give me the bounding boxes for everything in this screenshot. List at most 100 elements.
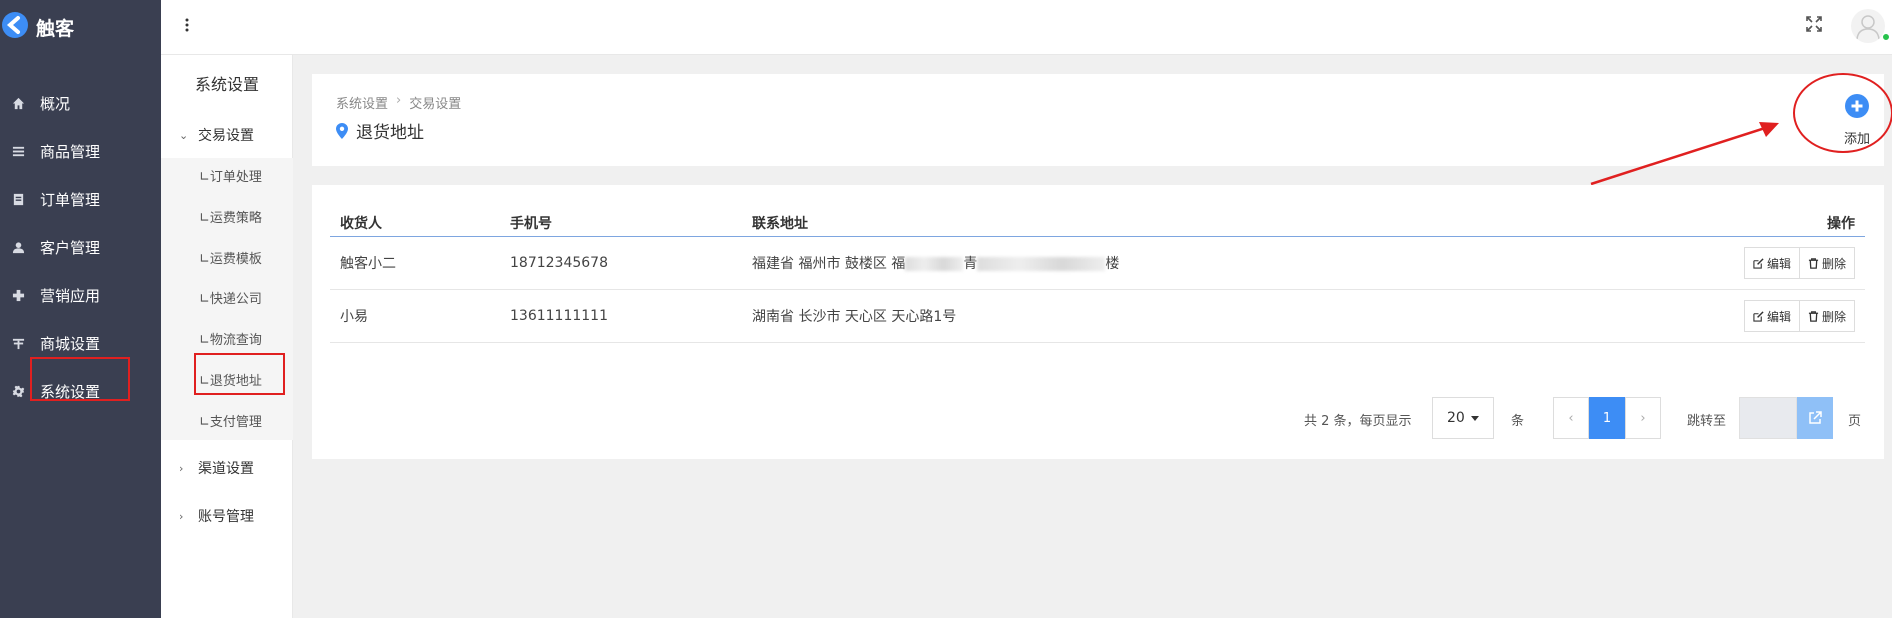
sidebar-item-orders[interactable]: 订单管理 bbox=[0, 179, 161, 219]
submenu-group-label: 交易设置 bbox=[198, 128, 254, 144]
submenu-item-label: ∟运费模板 bbox=[199, 251, 262, 267]
column-header-address: 联系地址 bbox=[752, 216, 808, 232]
delete-label: 删除 bbox=[1821, 309, 1846, 324]
top-bar bbox=[161, 0, 1892, 55]
redacted-text bbox=[905, 257, 964, 271]
delete-button[interactable]: 删除 bbox=[1799, 247, 1855, 279]
submenu-title: 系统设置 bbox=[194, 75, 259, 94]
jump-to-label: 跳转至 bbox=[1687, 414, 1727, 429]
map-pin-icon bbox=[336, 122, 348, 139]
submenu-group-label: 渠道设置 bbox=[198, 461, 254, 477]
submenu-group-channel[interactable]: › 渠道设置 bbox=[161, 453, 293, 483]
address-table-card: 收货人 手机号 联系地址 操作 触客小二 18712345678 福建省 福州市… bbox=[312, 185, 1884, 459]
trash-icon bbox=[1808, 257, 1819, 269]
chevron-right-icon: › bbox=[179, 509, 184, 523]
submenu-item-shipping-policy[interactable]: ∟运费策略 bbox=[161, 201, 293, 231]
address-text: 福建省 福州市 鼓楼区 福 bbox=[752, 256, 906, 272]
breadcrumb-item[interactable]: 交易设置 bbox=[409, 93, 461, 112]
submenu-item-label: ∟物流查询 bbox=[199, 332, 262, 348]
sidebar-item-label: 概况 bbox=[40, 94, 71, 113]
redacted-text bbox=[977, 257, 1106, 271]
puzzle-icon bbox=[11, 288, 25, 302]
edit-button[interactable]: 编辑 bbox=[1743, 300, 1800, 332]
highlight-circle-add bbox=[1793, 73, 1892, 153]
page-unit: 页 bbox=[1848, 414, 1862, 429]
delete-button[interactable]: 删除 bbox=[1799, 300, 1855, 332]
chevron-left-icon: ‹ bbox=[1568, 410, 1574, 426]
fullscreen-icon[interactable] bbox=[1805, 15, 1823, 33]
cell-phone: 13611111111 bbox=[510, 308, 608, 324]
sidebar-item-label: 营销应用 bbox=[40, 286, 101, 305]
column-header-name: 收货人 bbox=[340, 216, 382, 232]
page-size-value: 20 bbox=[1447, 410, 1465, 426]
jump-go-button[interactable] bbox=[1797, 397, 1833, 439]
total-count-text: 共 2 条，每页显示 bbox=[1304, 414, 1412, 429]
next-page-button[interactable]: › bbox=[1625, 397, 1661, 439]
user-icon bbox=[11, 240, 25, 254]
pagination: 共 2 条，每页显示 20 条 ‹ 1 › 跳转至 页 bbox=[312, 397, 1884, 439]
column-header-ops: 操作 bbox=[1827, 216, 1855, 232]
edit-icon bbox=[1753, 257, 1764, 269]
sidebar-item-customers[interactable]: 客户管理 bbox=[0, 227, 161, 267]
table-row: 触客小二 18712345678 福建省 福州市 鼓楼区 福 青 楼 编辑 删除 bbox=[330, 237, 1865, 290]
page-title-text: 退货地址 bbox=[356, 123, 424, 143]
caret-down-icon bbox=[1470, 415, 1479, 421]
breadcrumb-separator: › bbox=[396, 93, 402, 108]
chevron-right-icon: › bbox=[179, 461, 184, 475]
address-table: 收货人 手机号 联系地址 操作 触客小二 18712345678 福建省 福州市… bbox=[330, 211, 1865, 343]
submenu-item-courier[interactable]: ∟快递公司 bbox=[161, 282, 293, 312]
chevron-down-icon: ⌄ bbox=[179, 128, 189, 142]
shop-icon bbox=[11, 336, 25, 350]
highlight-box-return-address bbox=[194, 353, 285, 395]
settings-submenu: 系统设置 ⌄ 交易设置 ∟订单处理 ∟运费策略 ∟运费模板 ∟快递公司 ∟物流查… bbox=[161, 55, 293, 618]
cell-address: 福建省 福州市 鼓楼区 福 青 楼 bbox=[752, 253, 1119, 273]
breadcrumb-item[interactable]: 系统设置 bbox=[336, 93, 388, 112]
highlight-box-system-settings bbox=[30, 357, 130, 401]
page-size-select[interactable]: 20 bbox=[1432, 397, 1494, 439]
sidebar-item-overview[interactable]: 概况 bbox=[0, 83, 161, 123]
avatar[interactable] bbox=[1851, 9, 1885, 43]
brand-name: 触客 bbox=[36, 18, 75, 40]
chevron-right-icon: › bbox=[1640, 410, 1646, 426]
prev-page-button[interactable]: ‹ bbox=[1553, 397, 1589, 439]
sidebar-item-marketing[interactable]: 营销应用 bbox=[0, 275, 161, 315]
home-icon bbox=[11, 96, 25, 110]
edit-icon bbox=[1753, 310, 1764, 322]
address-text-end: 楼 bbox=[1105, 256, 1120, 272]
edit-label: 编辑 bbox=[1766, 309, 1791, 324]
sidebar-item-products[interactable]: 商品管理 bbox=[0, 131, 161, 171]
cell-phone: 18712345678 bbox=[510, 255, 608, 271]
cell-name: 小易 bbox=[340, 309, 368, 325]
page-size-unit: 条 bbox=[1511, 414, 1525, 429]
submenu-item-shipping-template[interactable]: ∟运费模板 bbox=[161, 242, 293, 272]
submenu-group-label: 账号管理 bbox=[198, 509, 254, 525]
breadcrumb: 系统设置 › 交易设置 bbox=[336, 93, 461, 112]
edit-label: 编辑 bbox=[1766, 256, 1791, 271]
submenu-group-trade[interactable]: ⌄ 交易设置 bbox=[161, 120, 293, 150]
submenu-item-payment[interactable]: ∟支付管理 bbox=[161, 405, 293, 435]
edit-button[interactable]: 编辑 bbox=[1743, 247, 1800, 279]
address-text-mid: 青 bbox=[963, 256, 978, 272]
submenu-item-label: ∟支付管理 bbox=[199, 414, 262, 430]
submenu-item-tracking[interactable]: ∟物流查询 bbox=[161, 323, 293, 353]
list-icon bbox=[11, 144, 25, 158]
submenu-group-account[interactable]: › 账号管理 bbox=[161, 501, 293, 531]
page-button-current[interactable]: 1 bbox=[1589, 397, 1625, 439]
more-vertical-icon[interactable] bbox=[184, 16, 190, 34]
jump-page-input[interactable] bbox=[1739, 397, 1797, 439]
row-actions: 编辑 删除 bbox=[1743, 300, 1855, 332]
submenu-item-label: ∟订单处理 bbox=[199, 169, 262, 185]
logo[interactable]: 触客 bbox=[0, 8, 161, 42]
external-link-icon bbox=[1809, 411, 1822, 424]
online-status-dot bbox=[1882, 33, 1890, 41]
table-header: 收货人 手机号 联系地址 操作 bbox=[330, 211, 1865, 237]
order-icon bbox=[11, 192, 25, 206]
submenu-item-order-processing[interactable]: ∟订单处理 bbox=[161, 160, 293, 190]
cell-name: 触客小二 bbox=[340, 256, 396, 272]
gear-icon bbox=[11, 384, 25, 398]
table-row: 小易 13611111111 湖南省 长沙市 天心区 天心路1号 编辑 删除 bbox=[330, 290, 1865, 343]
user-avatar-icon bbox=[1856, 15, 1880, 40]
trash-icon bbox=[1808, 310, 1819, 322]
brand-logo-icon bbox=[2, 12, 28, 38]
sidebar-item-label: 客户管理 bbox=[40, 238, 101, 257]
